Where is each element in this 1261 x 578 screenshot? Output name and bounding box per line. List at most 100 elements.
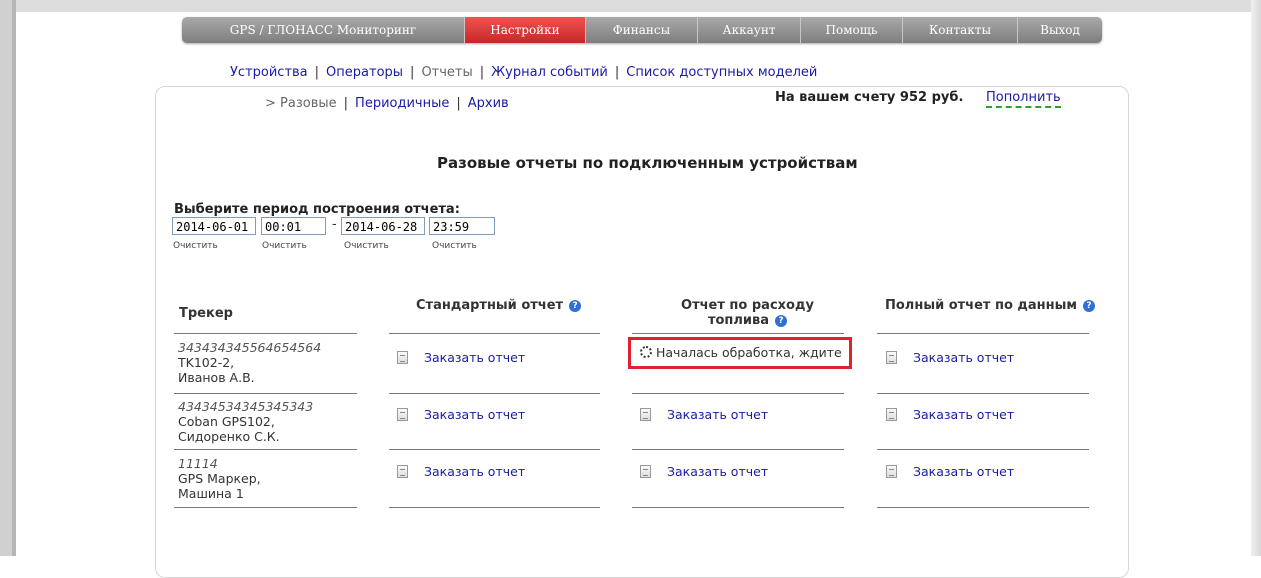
spinner-icon [640, 346, 652, 358]
divider [877, 393, 1089, 394]
end-date-input[interactable]: 2014-06-28 [341, 217, 425, 235]
subnav-reports-current: Отчеты [421, 65, 473, 80]
subnav-models[interactable]: Список доступных моделей [626, 65, 817, 80]
document-icon [886, 465, 897, 478]
divider [174, 393, 357, 394]
nav-item-contacts[interactable]: Контакты [903, 17, 1018, 43]
divider [632, 333, 844, 334]
fuel-report-processing-status: Началась обработка, ждите [628, 337, 852, 369]
topup-link[interactable]: Пополнить [986, 90, 1061, 108]
order-fuel-report-button[interactable]: Заказать отчет [640, 464, 768, 479]
divider [174, 333, 357, 334]
subnav-devices[interactable]: Устройства [230, 65, 308, 80]
tab-archive[interactable]: Архив [468, 96, 509, 111]
column-header-full-label: Полный отчет по данным [885, 298, 1078, 313]
column-header-standard: Стандартный отчет? [416, 298, 582, 313]
column-header-fuel: Отчет по расходу топлива? [660, 298, 835, 328]
settings-subnav: Устройства | Операторы | Отчеты | Журнал событ… [230, 65, 817, 80]
nav-item-account[interactable]: Аккаунт [698, 17, 801, 43]
tracker-id: 11114 [178, 456, 218, 471]
separator: | [314, 65, 320, 80]
nav-item-monitoring[interactable]: GPS / ГЛОНАСС Мониторинг [182, 17, 465, 43]
order-standard-report-button[interactable]: Заказать отчет [397, 464, 525, 479]
order-report-label: Заказать отчет [424, 464, 526, 479]
column-header-tracker: Трекер [179, 306, 233, 321]
order-report-label: Заказать отчет [667, 464, 769, 479]
document-icon [886, 408, 897, 421]
divider [632, 449, 844, 450]
tracker-id: 343434345564654564 [178, 340, 322, 355]
start-time-input[interactable]: 00:01 [261, 217, 326, 235]
divider [389, 449, 600, 450]
order-full-report-button[interactable]: Заказать отчет [886, 350, 1014, 365]
order-standard-report-button[interactable]: Заказать отчет [397, 350, 525, 365]
nav-item-settings[interactable]: Настройки [465, 17, 586, 43]
tracker-model: Coban GPS102, [178, 414, 275, 429]
column-header-standard-label: Стандартный отчет [416, 298, 564, 313]
separator: | [479, 65, 485, 80]
tab-periodic[interactable]: Периодичные [355, 96, 449, 111]
tracker-cell: 11114 GPS Маркер, Машина 1 [178, 456, 261, 501]
subnav-events[interactable]: Журнал событий [491, 65, 608, 80]
separator: | [343, 96, 349, 111]
order-standard-report-button[interactable]: Заказать отчет [397, 407, 525, 422]
document-icon [397, 351, 408, 364]
tracker-model: GPS Маркер, [178, 471, 261, 486]
divider [389, 507, 600, 508]
divider [389, 393, 600, 394]
tracker-model: TK102-2, [178, 355, 235, 370]
order-report-label: Заказать отчет [667, 407, 769, 422]
report-tabs: > Разовые | Периодичные | Архив [265, 96, 509, 111]
processing-label: Началась обработка, ждите [656, 345, 842, 360]
document-icon [640, 408, 651, 421]
document-icon [886, 351, 897, 364]
divider [174, 507, 357, 508]
divider [632, 393, 844, 394]
help-icon[interactable]: ? [1083, 300, 1096, 312]
order-report-label: Заказать отчет [913, 464, 1015, 479]
divider [174, 449, 357, 450]
nav-item-finance[interactable]: Финансы [586, 17, 698, 43]
window-frame-top [0, 0, 1261, 12]
nav-item-help[interactable]: Помощь [801, 17, 903, 43]
start-date-input[interactable]: 2014-06-01 [172, 217, 256, 235]
divider [632, 507, 844, 508]
top-navigation: GPS / ГЛОНАСС Мониторинг Настройки Финан… [182, 17, 1102, 43]
clear-start-date-link[interactable]: Очистить [173, 241, 218, 251]
end-time-input[interactable]: 23:59 [429, 217, 495, 235]
page-title: Разовые отчеты по подключенным устройств… [437, 154, 858, 172]
tab-single-current: Разовые [280, 96, 337, 111]
account-balance: На вашем счету 952 руб. [775, 90, 964, 105]
clear-end-time-link[interactable]: Очистить [432, 241, 477, 251]
tabs-prefix: > [265, 96, 276, 111]
subnav-operators[interactable]: Операторы [326, 65, 403, 80]
separator: | [614, 65, 620, 80]
separator: | [410, 65, 415, 80]
divider [877, 449, 1089, 450]
clear-start-time-link[interactable]: Очистить [262, 241, 307, 251]
window-frame-right [1251, 0, 1261, 556]
nav-item-logout[interactable]: Выход [1018, 17, 1102, 43]
help-icon[interactable]: ? [569, 300, 582, 312]
order-report-label: Заказать отчет [424, 350, 526, 365]
tracker-id: 43434534345345343 [178, 399, 314, 414]
window-frame-left-inner [12, 0, 16, 556]
tracker-cell: 43434534345345343 Coban GPS102, Сидоренк… [178, 399, 313, 444]
document-icon [640, 465, 651, 478]
divider [877, 507, 1089, 508]
tracker-cell: 343434345564654564 TK102-2, Иванов А.В. [178, 340, 321, 385]
period-label: Выберите период построения отчета: [174, 202, 460, 217]
separator: | [456, 96, 461, 111]
order-fuel-report-button[interactable]: Заказать отчет [640, 407, 768, 422]
column-header-fuel-line2: топлива [707, 313, 770, 328]
column-header-fuel-line1: Отчет по расходу [681, 298, 814, 313]
column-header-full: Полный отчет по данным? [885, 298, 1096, 313]
order-report-label: Заказать отчет [913, 407, 1015, 422]
order-full-report-button[interactable]: Заказать отчет [886, 407, 1014, 422]
document-icon [397, 465, 408, 478]
order-full-report-button[interactable]: Заказать отчет [886, 464, 1014, 479]
document-icon [397, 408, 408, 421]
order-report-label: Заказать отчет [424, 407, 526, 422]
help-icon[interactable]: ? [775, 315, 788, 327]
clear-end-date-link[interactable]: Очистить [344, 241, 389, 251]
